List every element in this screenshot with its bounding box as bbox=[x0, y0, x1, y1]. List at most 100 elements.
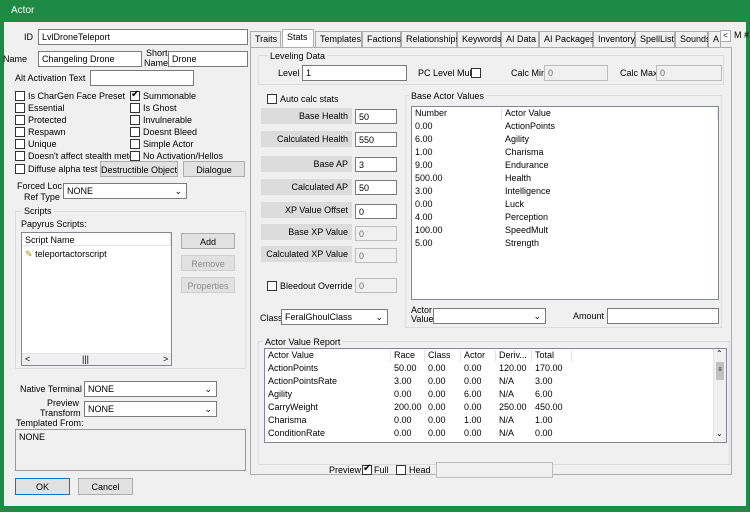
ok-button[interactable]: OK bbox=[15, 478, 70, 495]
report-cell: 200.00 bbox=[394, 402, 422, 412]
short-name-input[interactable]: Drone bbox=[168, 51, 248, 67]
class-label: Class bbox=[260, 313, 283, 323]
remove-script-button[interactable]: Remove bbox=[181, 255, 235, 271]
class-dropdown[interactable]: FeralGhoulClass ⌄ bbox=[281, 309, 388, 325]
chk-essential[interactable] bbox=[15, 103, 25, 113]
tab-spelllist[interactable]: SpellList bbox=[635, 31, 675, 47]
calculated-ap-input[interactable]: 50 bbox=[355, 180, 397, 195]
chk-bleedout-override[interactable] bbox=[267, 281, 277, 291]
report-cell: 6.00 bbox=[464, 389, 482, 399]
tab-traits[interactable]: Traits bbox=[250, 31, 281, 47]
tab-sounds[interactable]: Sounds bbox=[675, 31, 711, 47]
report-class-header[interactable]: Class bbox=[425, 350, 461, 362]
table-row[interactable]: 9.00 Endurance bbox=[412, 160, 718, 172]
tab-relationships[interactable]: Relationships bbox=[401, 31, 460, 47]
chk-simple-actor[interactable] bbox=[130, 139, 140, 149]
scroll-right-icon[interactable]: > bbox=[163, 354, 168, 364]
calculated-health-input[interactable]: 550 bbox=[355, 132, 397, 147]
tab-inventory[interactable]: Inventory bbox=[593, 31, 635, 47]
base-ap-input[interactable]: 3 bbox=[355, 157, 397, 172]
dialogue-button[interactable]: Dialogue bbox=[183, 161, 245, 177]
vertical-scrollbar[interactable]: ⌃ ≡ ⌄ bbox=[713, 349, 726, 442]
native-terminal-dropdown[interactable]: NONE ⌄ bbox=[84, 381, 217, 397]
table-row[interactable]: 0.00 Luck bbox=[412, 199, 718, 211]
tab-stats[interactable]: Stats bbox=[282, 29, 314, 48]
forced-loc-dropdown[interactable]: NONE ⌄ bbox=[63, 183, 187, 199]
id-input[interactable]: LvlDroneTeleport bbox=[38, 29, 248, 45]
tab-scroll-left-icon[interactable]: < bbox=[720, 30, 731, 42]
actor-value-report-list[interactable]: Actor Value Race Class Actor Deriv... To… bbox=[264, 348, 727, 443]
list-item[interactable]: ✎ teleportactorscript bbox=[25, 249, 107, 261]
scripts-list[interactable]: Script Name ✎ teleportactorscript < ||| … bbox=[21, 232, 172, 366]
table-row[interactable]: 3.00 Intelligence bbox=[412, 186, 718, 198]
chk-summonable[interactable] bbox=[130, 89, 140, 101]
add-script-button[interactable]: Add bbox=[181, 233, 235, 249]
scroll-thumb-icon[interactable]: ≡ bbox=[716, 362, 724, 380]
chk-diffuse-alpha[interactable] bbox=[15, 164, 25, 174]
table-row[interactable]: 4.00 Perception bbox=[412, 212, 718, 224]
templated-from-field: NONE bbox=[15, 429, 246, 471]
table-row[interactable]: CarryWeight 200.00 0.00 0.00 250.00 450.00 bbox=[265, 402, 711, 414]
chk-is-ghost[interactable] bbox=[130, 103, 140, 113]
forced-loc-label-2: Ref Type bbox=[24, 192, 60, 202]
table-row[interactable]: 6.00 Agility bbox=[412, 134, 718, 146]
chk-chargen-face-preset[interactable] bbox=[15, 91, 25, 101]
table-row[interactable]: 1.00 Charisma bbox=[412, 147, 718, 159]
table-row[interactable]: 5.00 Strength bbox=[412, 238, 718, 250]
level-input[interactable]: 1 bbox=[302, 65, 407, 81]
script-name-header[interactable]: Script Name bbox=[22, 233, 171, 246]
amount-input[interactable] bbox=[607, 308, 719, 324]
tab-ai-data[interactable]: AI Data bbox=[501, 31, 539, 47]
base-health-input[interactable]: 50 bbox=[355, 109, 397, 124]
script-name: teleportactorscript bbox=[35, 249, 107, 259]
tab-ai-packages[interactable]: AI Packages bbox=[539, 31, 595, 47]
actor-value-column-header[interactable]: Actor Value bbox=[502, 108, 718, 120]
chk-protected[interactable] bbox=[15, 115, 25, 125]
xp-value-offset-input[interactable]: 0 bbox=[355, 204, 397, 219]
preview-transform-dropdown[interactable]: NONE ⌄ bbox=[84, 401, 217, 417]
report-derived-header[interactable]: Deriv... bbox=[496, 350, 532, 362]
chk-pc-level-mult[interactable] bbox=[471, 68, 481, 78]
table-row[interactable]: ActionPoints 50.00 0.00 0.00 120.00 170.00 bbox=[265, 363, 711, 375]
report-total-header[interactable]: Total bbox=[532, 350, 572, 362]
preview-transform-label-2: Transform bbox=[40, 408, 81, 418]
destructible-object-button[interactable]: Destructible Object bbox=[100, 161, 178, 177]
table-row[interactable]: 500.00 Health bbox=[412, 173, 718, 185]
table-row[interactable]: 100.00 SpeedMult bbox=[412, 225, 718, 237]
chk-unique[interactable] bbox=[15, 139, 25, 149]
tab-keywords[interactable]: Keywords bbox=[457, 31, 502, 47]
base-actor-values-list[interactable]: Number Actor Value 0.00 ActionPoints 6.00 A… bbox=[411, 106, 719, 300]
report-actor-header[interactable]: Actor bbox=[461, 350, 496, 362]
scroll-left-icon[interactable]: < bbox=[25, 354, 30, 364]
report-race-header[interactable]: Race bbox=[391, 350, 425, 362]
alt-activation-input[interactable] bbox=[90, 70, 194, 86]
chk-auto-calc-stats[interactable] bbox=[267, 94, 277, 104]
report-actor-value-header[interactable]: Actor Value bbox=[265, 350, 391, 362]
scroll-down-icon[interactable]: ⌄ bbox=[716, 429, 723, 438]
chk-stealth-meter[interactable] bbox=[15, 151, 25, 161]
tab-templates[interactable]: Templates bbox=[315, 31, 362, 47]
scroll-up-icon[interactable]: ⌃ bbox=[716, 349, 723, 358]
table-row[interactable]: Agility 0.00 0.00 6.00 N/A 6.00 bbox=[265, 389, 711, 401]
chk-invulnerable[interactable] bbox=[130, 115, 140, 125]
chk-doesnt-bleed[interactable] bbox=[130, 127, 140, 137]
actor-value-dropdown[interactable]: ⌄ bbox=[433, 308, 546, 324]
chk-label: Protected bbox=[28, 115, 67, 125]
report-cell: 0.00 bbox=[428, 415, 446, 425]
chk-no-activation[interactable] bbox=[130, 151, 140, 161]
number-column-header[interactable]: Number bbox=[412, 108, 502, 120]
table-row[interactable]: ConditionRate 0.00 0.00 0.00 N/A 0.00 bbox=[265, 428, 711, 440]
name-input[interactable]: Changeling Drone bbox=[38, 51, 142, 67]
table-row[interactable]: Charisma 0.00 0.00 1.00 N/A 1.00 bbox=[265, 415, 711, 427]
script-properties-button[interactable]: Properties bbox=[181, 277, 235, 293]
chk-preview-full[interactable] bbox=[362, 463, 372, 475]
horizontal-scrollbar[interactable]: < ||| > bbox=[22, 353, 171, 365]
tab-factions[interactable]: Factions bbox=[362, 31, 401, 47]
cancel-button[interactable]: Cancel bbox=[78, 478, 133, 495]
chk-respawn[interactable] bbox=[15, 127, 25, 137]
chk-preview-head[interactable] bbox=[396, 465, 406, 475]
calc-max-label: Calc Max bbox=[620, 68, 658, 78]
table-row[interactable]: 0.00 ActionPoints bbox=[412, 121, 718, 133]
scroll-thumb-icon[interactable]: ||| bbox=[82, 354, 89, 364]
table-row[interactable]: ActionPointsRate 3.00 0.00 0.00 N/A 3.00 bbox=[265, 376, 711, 388]
